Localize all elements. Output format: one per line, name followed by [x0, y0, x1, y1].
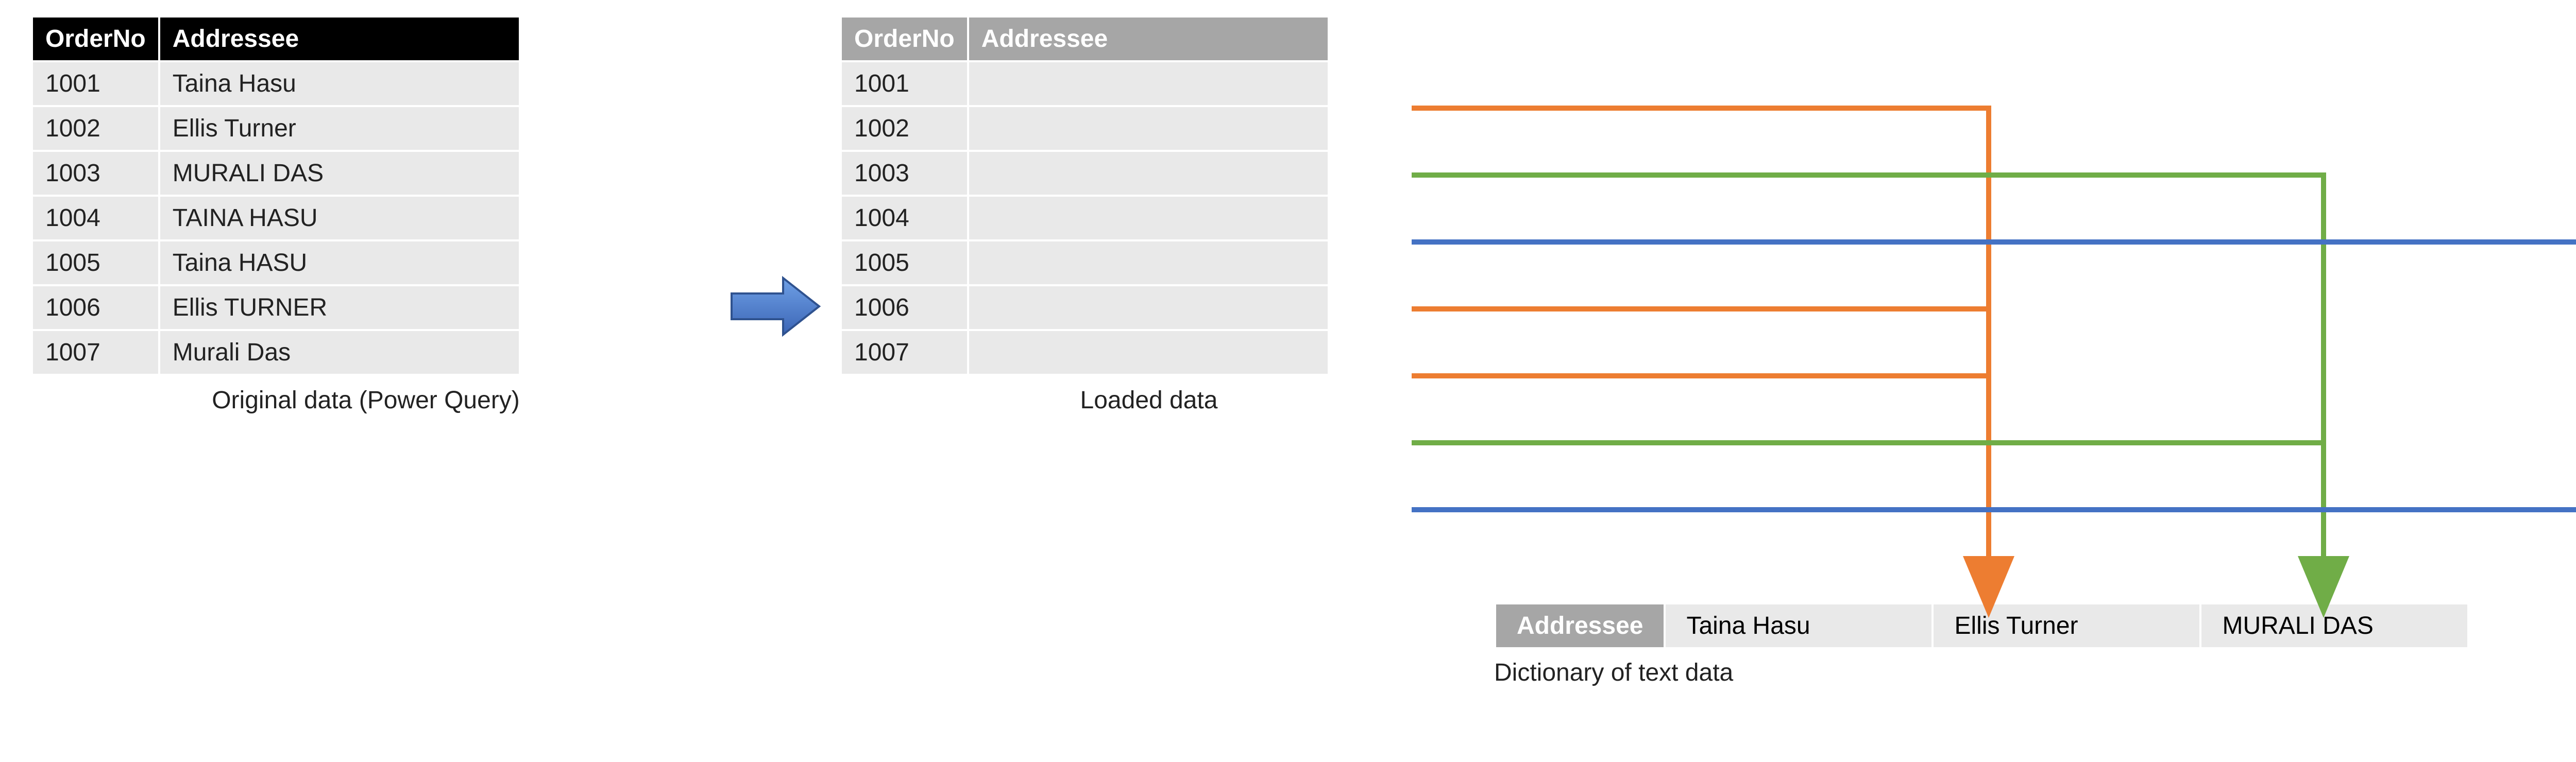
cell-order: 1007	[841, 330, 968, 375]
loaded-data-table: OrderNo Addressee 1001 1002 1003 1004 10…	[840, 15, 1458, 414]
cell-order: 1003	[32, 151, 159, 196]
cell-name	[968, 61, 1329, 106]
cell-name	[968, 240, 1329, 285]
dict-item: MURALI DAS	[2200, 603, 2468, 648]
table-row: 1007	[841, 330, 1329, 375]
loaded-caption: Loaded data	[840, 386, 1458, 414]
table-row: 1002	[841, 106, 1329, 151]
cell-name	[968, 151, 1329, 196]
cell-order: 1001	[32, 61, 159, 106]
cell-order: 1004	[841, 196, 968, 240]
dict-item: Ellis Turner	[1933, 603, 2200, 648]
cell-name	[968, 330, 1329, 375]
table-row: 1003MURALI DAS	[32, 151, 520, 196]
col-header-addressee: Addressee	[968, 16, 1329, 61]
cell-order: 1006	[32, 285, 159, 330]
loaded-table: OrderNo Addressee 1001 1002 1003 1004 10…	[840, 15, 1330, 376]
table-row: 1006	[841, 285, 1329, 330]
cell-order: 1005	[32, 240, 159, 285]
cell-order: 1001	[841, 61, 968, 106]
cell-name	[968, 196, 1329, 240]
original-caption: Original data (Power Query)	[31, 386, 701, 414]
table-row: 1005	[841, 240, 1329, 285]
flow-arrow-icon	[726, 273, 824, 342]
cell-name: TAINA HASU	[159, 196, 520, 240]
cell-order: 1002	[32, 106, 159, 151]
col-header-orderno: OrderNo	[841, 16, 968, 61]
table-row: 1007Murali Das	[32, 330, 520, 375]
table-row: 1006Ellis TURNER	[32, 285, 520, 330]
cell-order: 1006	[841, 285, 968, 330]
col-header-orderno: OrderNo	[32, 16, 159, 61]
cell-name: Taina HASU	[159, 240, 520, 285]
dictionary-caption: Dictionary of text data	[1494, 659, 2469, 687]
table-row: 1005Taina HASU	[32, 240, 520, 285]
table-row: 1001Taina Hasu	[32, 61, 520, 106]
cell-order: 1003	[841, 151, 968, 196]
cell-order: 1002	[841, 106, 968, 151]
dictionary-table: Addressee Taina Hasu Ellis Turner MURALI…	[1494, 602, 2469, 649]
cell-order: 1007	[32, 330, 159, 375]
cell-order: 1005	[841, 240, 968, 285]
table-row: 1002Ellis Turner	[32, 106, 520, 151]
dict-item: Taina Hasu	[1665, 603, 1933, 648]
table-row: 1004TAINA HASU	[32, 196, 520, 240]
cell-name	[968, 106, 1329, 151]
cell-order: 1004	[32, 196, 159, 240]
cell-name: Murali Das	[159, 330, 520, 375]
dict-header: Addressee	[1495, 603, 1665, 648]
table-row: 1004	[841, 196, 1329, 240]
original-table: OrderNo Addressee 1001Taina Hasu 1002Ell…	[31, 15, 521, 376]
cell-name: Ellis TURNER	[159, 285, 520, 330]
cell-name: MURALI DAS	[159, 151, 520, 196]
cell-name	[968, 285, 1329, 330]
cell-name: Taina Hasu	[159, 61, 520, 106]
cell-name: Ellis Turner	[159, 106, 520, 151]
table-row: 1001	[841, 61, 1329, 106]
original-data-table: OrderNo Addressee 1001Taina Hasu 1002Ell…	[31, 15, 701, 414]
table-row: 1003	[841, 151, 1329, 196]
col-header-addressee: Addressee	[159, 16, 520, 61]
dictionary-table-wrap: Addressee Taina Hasu Ellis Turner MURALI…	[1494, 602, 2469, 687]
